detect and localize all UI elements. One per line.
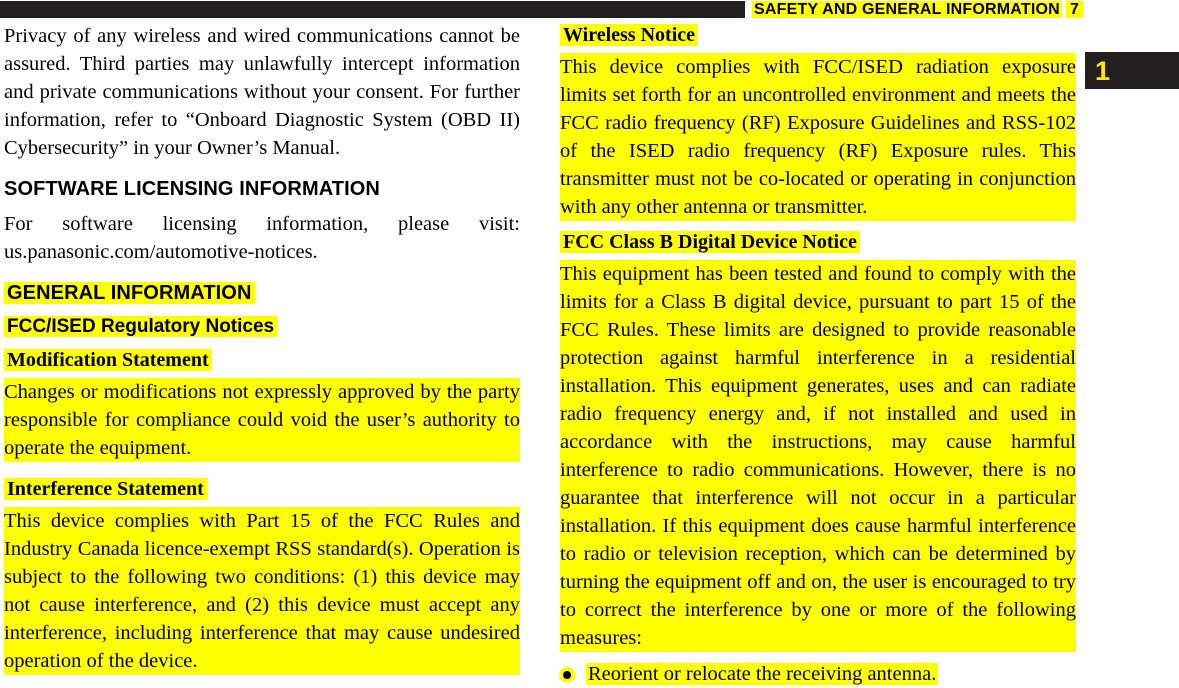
list-item-label: Reorient or relocate the receiving anten…: [586, 663, 939, 685]
page-number: 7: [1066, 1, 1083, 18]
intro-paragraph: Privacy of any wireless and wired commun…: [4, 25, 520, 159]
software-licensing-body: For software licensing information, plea…: [4, 213, 520, 263]
interference-statement-body: This device complies with Part 15 of the…: [4, 507, 520, 675]
page-body: Privacy of any wireless and wired commun…: [0, 22, 1179, 685]
heading-fcc-ised-regulatory-notices: FCC/ISED Regulatory Notices: [4, 314, 520, 339]
left-column: Privacy of any wireless and wired commun…: [4, 22, 520, 675]
heading-wireless-notice: Wireless Notice: [560, 22, 1076, 48]
wireless-notice-body: This device complies with FCC/ISED radia…: [560, 53, 1076, 221]
heading-wireless-notice-text: Wireless Notice: [560, 24, 699, 46]
heading-software-licensing-information: SOFTWARE LICENSING INFORMATION: [4, 178, 380, 200]
heading-general-information-text: GENERAL INFORMATION: [4, 282, 255, 304]
right-column: Wireless Notice This device complies wit…: [560, 22, 1076, 688]
heading-interference-statement-text: Interference Statement: [4, 478, 207, 500]
modification-statement-body: Changes or modifications not expressly a…: [4, 378, 520, 462]
list-item: Reorient or relocate the receiving anten…: [560, 660, 1076, 688]
heading-modification-statement: Modification Statement: [4, 347, 520, 373]
header-section-title: SAFETY AND GENERAL INFORMATION: [752, 1, 1062, 18]
heading-fcc-class-b-digital-device-notice-text: FCC Class B Digital Device Notice: [560, 231, 860, 253]
running-header: SAFETY AND GENERAL INFORMATION 7: [0, 0, 1179, 22]
fcc-class-b-body: This equipment has been tested and found…: [560, 260, 1076, 652]
heading-interference-statement: Interference Statement: [4, 476, 520, 502]
header-rule: [0, 1, 745, 18]
bullet-dot-icon: [563, 671, 571, 679]
heading-fcc-class-b-digital-device-notice: FCC Class B Digital Device Notice: [560, 229, 1076, 255]
heading-fcc-ised-regulatory-notices-text: FCC/ISED Regulatory Notices: [4, 316, 278, 337]
heading-general-information: GENERAL INFORMATION: [4, 280, 520, 306]
remedy-measures-list: Reorient or relocate the receiving anten…: [560, 660, 1076, 688]
heading-modification-statement-text: Modification Statement: [4, 349, 212, 371]
